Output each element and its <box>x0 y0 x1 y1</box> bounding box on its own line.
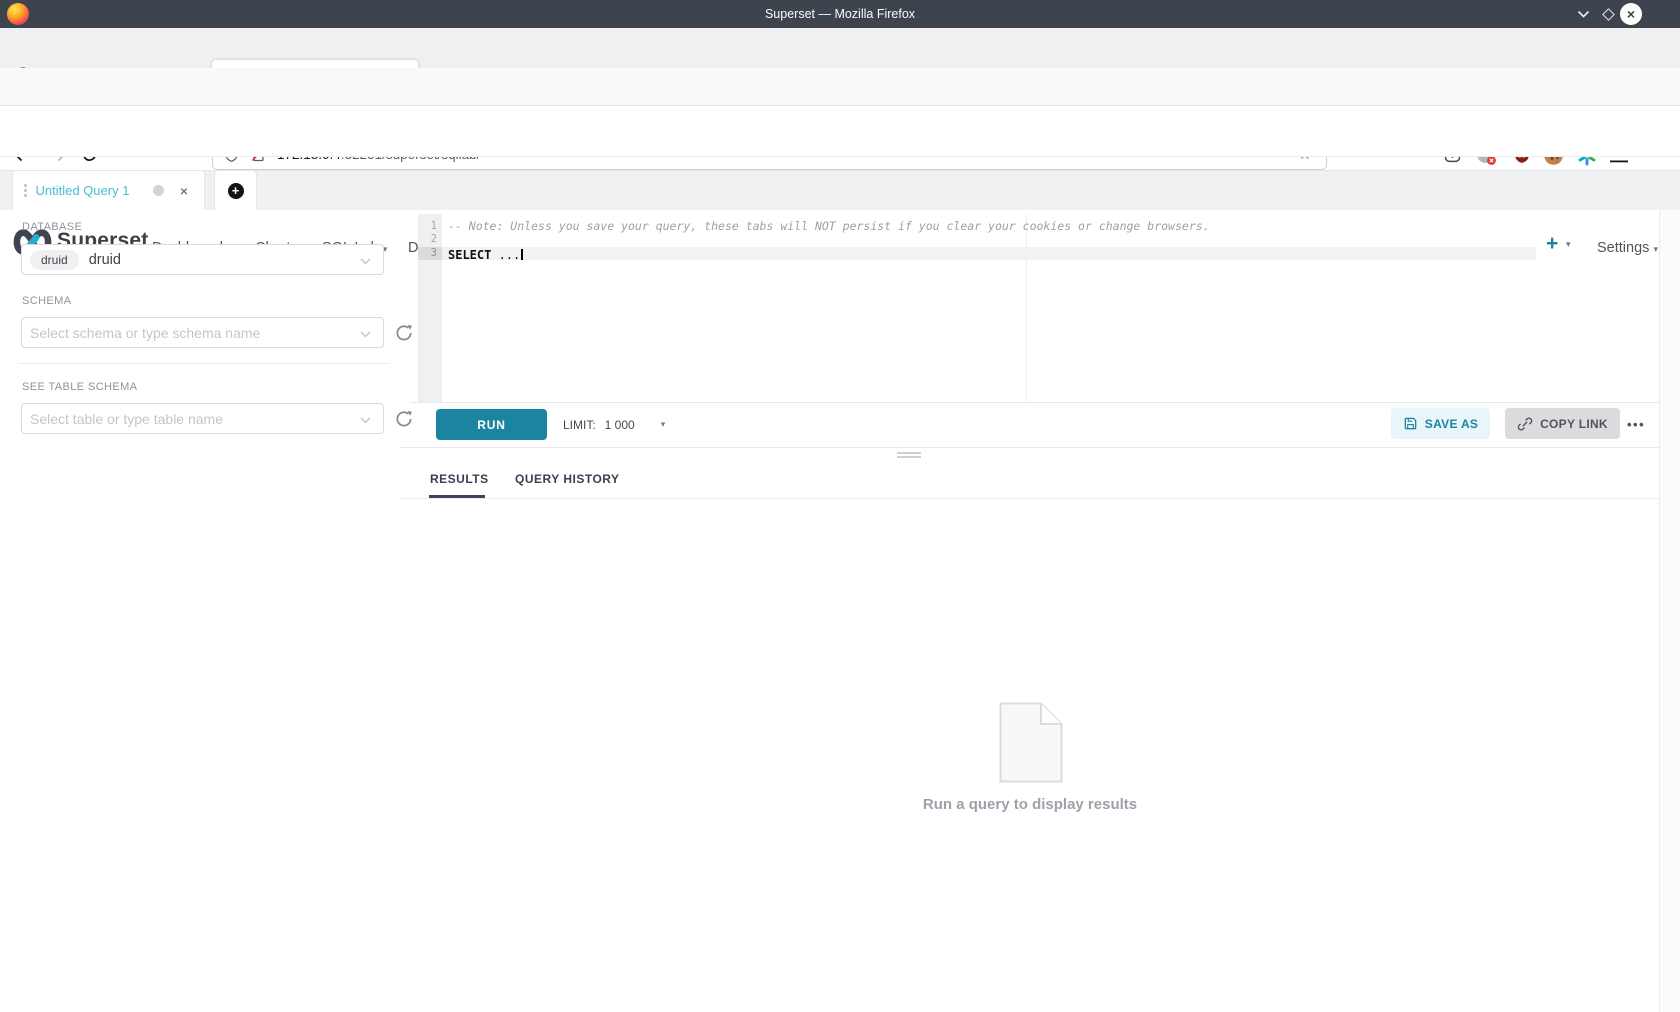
tab-query-history[interactable]: QUERY HISTORY <box>515 472 620 486</box>
save-as-button[interactable]: SAVE AS <box>1391 408 1490 439</box>
limit-label: LIMIT: <box>563 418 596 432</box>
tab-drag-handle-icon[interactable] <box>24 184 27 197</box>
line-number: 3 <box>418 247 442 260</box>
window-minimize-button[interactable] <box>1571 0 1595 28</box>
text-cursor <box>521 249 523 260</box>
schema-label: SCHEMA <box>22 295 71 307</box>
sql-text: ... <box>491 248 520 262</box>
new-item-button[interactable]: + <box>1546 232 1558 256</box>
run-query-button[interactable]: RUN <box>436 409 547 440</box>
database-engine-tag: druid <box>30 250 79 270</box>
line-number: 2 <box>418 233 442 246</box>
refresh-icon <box>394 409 414 429</box>
table-schema-label: SEE TABLE SCHEMA <box>22 381 137 393</box>
chevron-down-icon <box>360 417 371 424</box>
sql-editor[interactable]: 1 -- Note: Unless you save your query, t… <box>418 214 1536 402</box>
window-title: Superset — Mozilla Firefox <box>0 0 1680 28</box>
table-placeholder: Select table or type table name <box>30 411 223 427</box>
refresh-tables-button[interactable] <box>394 409 414 429</box>
caret-down-icon: ▾ <box>1653 244 1658 254</box>
schema-select[interactable]: Select schema or type schema name <box>21 317 384 348</box>
toolbar-bottom-border <box>400 447 1660 448</box>
editor-bottom-border <box>410 402 1660 403</box>
browser-toolbar: 172.18.0.4:32251/superset/sqllab/ ☆ uO <box>0 68 1680 106</box>
close-query-tab-icon[interactable]: × <box>176 182 192 200</box>
table-select[interactable]: Select table or type table name <box>21 403 384 434</box>
unsaved-indicator-dot <box>153 185 164 196</box>
empty-document-icon <box>999 702 1063 783</box>
query-tab-active[interactable]: Untitled Query 1 × <box>12 170 205 210</box>
maximize-icon <box>1602 8 1615 21</box>
browser-tabstrip: Apache Druid × Superset × + <box>0 28 1680 68</box>
limit-value: 1 000 <box>605 418 635 432</box>
database-value: druid <box>89 252 121 268</box>
schema-placeholder: Select schema or type schema name <box>30 325 260 341</box>
copy-link-label: COPY LINK <box>1540 417 1608 431</box>
limit-dropdown[interactable]: LIMIT: 1 000 ▾ <box>563 409 665 440</box>
sql-comment: -- Note: Unless you save your query, the… <box>448 220 1210 233</box>
copy-link-button[interactable]: COPY LINK <box>1505 408 1620 439</box>
tab-results[interactable]: RESULTS <box>430 472 489 486</box>
window-close-button[interactable]: × <box>1617 0 1645 28</box>
sidebar-divider <box>18 363 390 364</box>
query-tab-title[interactable]: Untitled Query 1 <box>36 183 147 198</box>
pane-resize-handle[interactable] <box>897 452 921 460</box>
nav-settings[interactable]: Settings ▾ <box>1597 240 1658 256</box>
caret-down-icon: ▾ <box>661 419 666 430</box>
add-query-tab-button[interactable]: + <box>214 170 257 210</box>
empty-results-message: Run a query to display results <box>899 796 1161 813</box>
chevron-down-icon <box>360 331 371 338</box>
chevron-down-icon <box>1577 10 1590 18</box>
refresh-schemas-button[interactable] <box>394 323 414 343</box>
editor-line-1: 1 -- Note: Unless you save your query, t… <box>418 220 1536 233</box>
more-options-button[interactable]: ••• <box>1627 409 1645 440</box>
save-floppy-icon <box>1403 416 1418 431</box>
caret-down-icon: ▾ <box>1566 239 1571 250</box>
database-label: DATABASE <box>22 221 82 233</box>
results-tabs-border <box>400 498 1660 499</box>
database-select[interactable]: druid druid <box>21 244 384 275</box>
refresh-icon <box>394 323 414 343</box>
editor-line-3-active: 3 SELECT ... <box>418 247 1536 260</box>
plus-circle-icon: + <box>228 183 244 199</box>
screen: Superset — Mozilla Firefox × Apache Drui… <box>0 0 1680 1012</box>
line-number: 1 <box>418 220 442 233</box>
sql-keyword: SELECT <box>448 248 491 262</box>
window-titlebar: Superset — Mozilla Firefox × <box>0 0 1680 28</box>
save-as-label: SAVE AS <box>1425 417 1478 431</box>
superset-header: Superset Dashboards Charts SQL Lab ▾ Dat… <box>0 106 1680 157</box>
page-scroll-gutter <box>1659 210 1680 1012</box>
editor-line-2: 2 <box>418 233 1536 246</box>
link-icon <box>1517 416 1533 432</box>
close-icon: × <box>1620 3 1642 25</box>
chevron-down-icon <box>360 258 371 265</box>
